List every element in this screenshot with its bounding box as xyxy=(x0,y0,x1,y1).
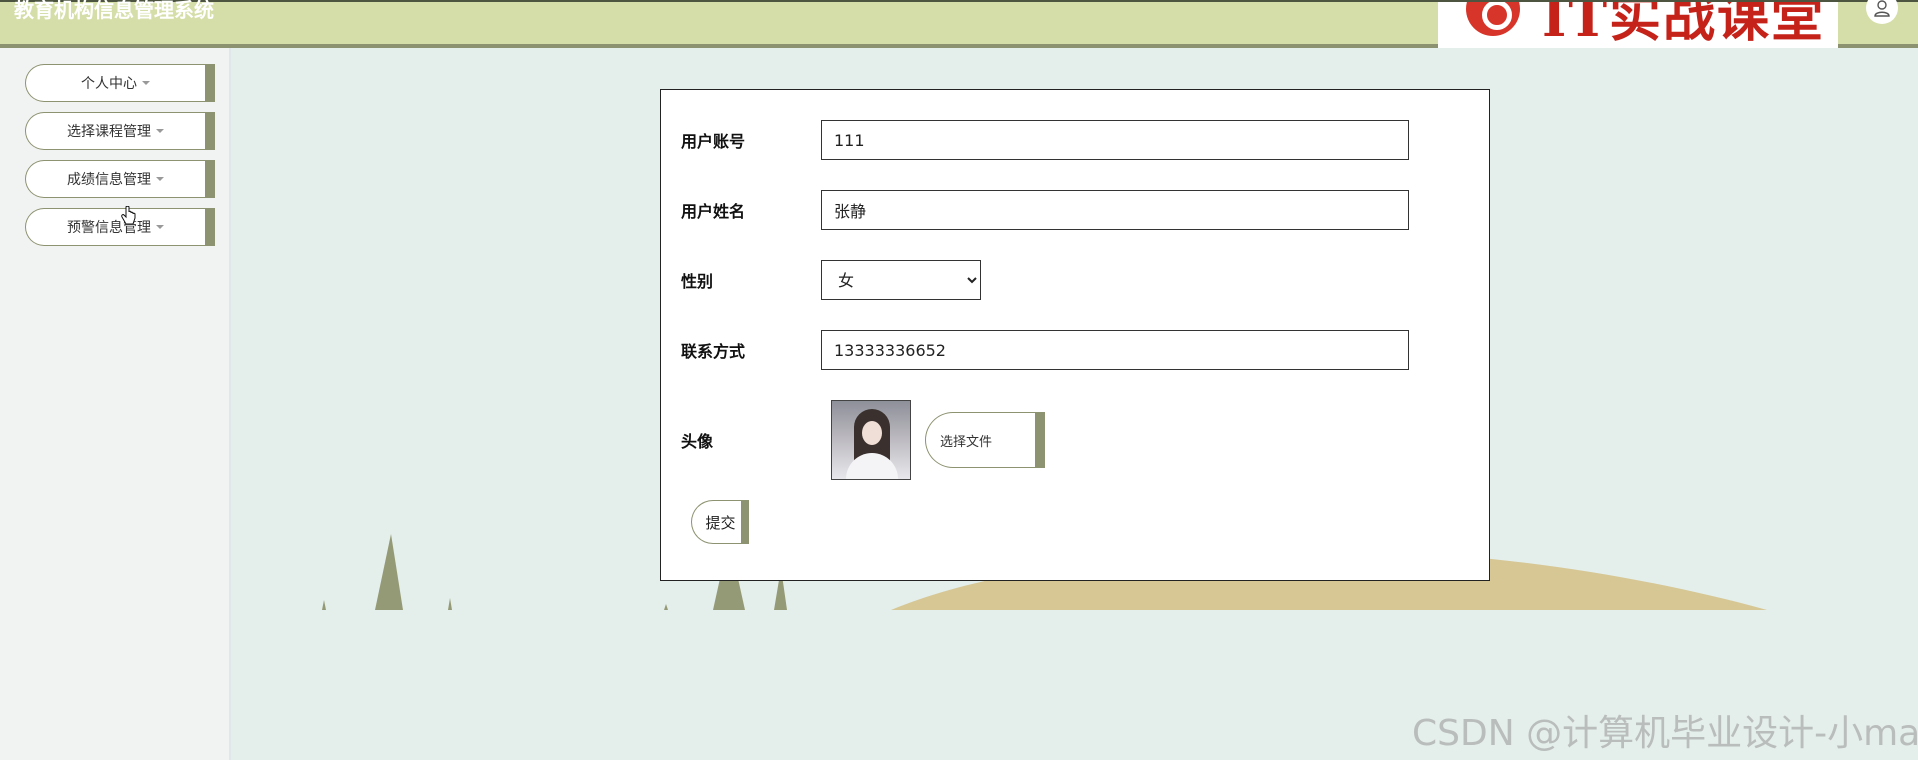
chevron-down-icon xyxy=(156,129,164,133)
form-row-name: 用户姓名 xyxy=(681,190,1409,230)
chevron-down-icon xyxy=(142,81,150,85)
form-row-gender: 性别 女 xyxy=(681,260,981,300)
gender-select[interactable]: 女 xyxy=(821,260,981,300)
sidebar-item-label: 预警信息管理 xyxy=(67,220,151,236)
sidebar-item-label: 选择课程管理 xyxy=(67,124,151,140)
avatar-label: 头像 xyxy=(681,432,714,451)
avatar-face xyxy=(862,421,882,445)
sidebar-item-course-selection[interactable]: 选择课程管理 xyxy=(25,112,215,150)
gender-label: 性别 xyxy=(681,272,714,291)
hand-cursor-icon xyxy=(121,206,136,225)
logo-text: IT实战课堂 xyxy=(1542,2,1826,49)
form-row-account: 用户账号 xyxy=(681,120,1409,160)
chevron-down-icon xyxy=(156,225,164,229)
tree-shape xyxy=(448,598,452,610)
sidebar: 个人中心 选择课程管理 成绩信息管理 预警信息管理 xyxy=(0,48,231,760)
profile-form: 用户账号 用户姓名 性别 女 联系方式 头像 选择文件 提交 xyxy=(660,89,1490,581)
chrome-style-logo-icon xyxy=(1466,2,1520,36)
choose-file-button[interactable]: 选择文件 xyxy=(925,412,1045,468)
phone-input[interactable] xyxy=(821,330,1409,370)
account-label: 用户账号 xyxy=(681,132,746,151)
main-content: 用户账号 用户姓名 性别 女 联系方式 头像 选择文件 提交 xyxy=(231,48,1918,760)
tree-shape xyxy=(322,600,326,610)
chevron-down-icon xyxy=(156,177,164,181)
form-row-avatar: 头像 选择文件 xyxy=(681,400,1045,480)
tree-shape xyxy=(664,604,668,610)
sidebar-item-label: 成绩信息管理 xyxy=(67,172,151,188)
sidebar-item-label: 个人中心 xyxy=(81,76,137,92)
sidebar-item-grade-info[interactable]: 成绩信息管理 xyxy=(25,160,215,198)
avatar-image xyxy=(831,400,911,480)
account-input[interactable] xyxy=(821,120,1409,160)
submit-button[interactable]: 提交 xyxy=(691,500,749,544)
name-label: 用户姓名 xyxy=(681,202,746,221)
sidebar-item-personal-center[interactable]: 个人中心 xyxy=(25,64,215,102)
watermark-text: CSDN @计算机毕业设计-小ma xyxy=(1412,713,1918,754)
user-icon[interactable] xyxy=(1866,0,1898,24)
top-header: 教育机构信息管理系统 IT实战课堂 xyxy=(0,0,1918,50)
app-title: 教育机构信息管理系统 xyxy=(14,0,214,22)
form-row-phone: 联系方式 xyxy=(681,330,1409,370)
user-icon-glyph xyxy=(1874,0,1890,17)
logo-banner: IT实战课堂 xyxy=(1438,2,1838,50)
tree-shape xyxy=(375,534,403,610)
phone-label: 联系方式 xyxy=(681,342,746,361)
name-input[interactable] xyxy=(821,190,1409,230)
